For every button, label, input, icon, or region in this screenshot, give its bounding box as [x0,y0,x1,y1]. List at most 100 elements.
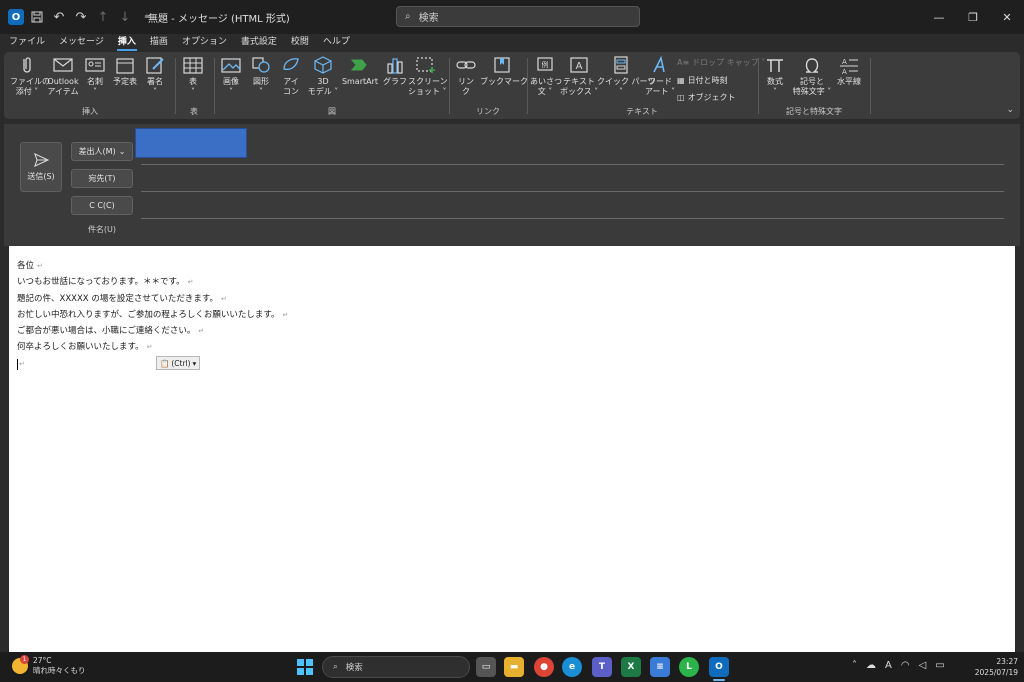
ribbon-separator [758,58,759,114]
links-group-label: リンク [476,107,500,116]
clock-date: 2025/07/19 [974,668,1018,677]
illustrations-group-label: 図 [328,107,336,116]
body-line: 題記の件、XXXXX の場を設定させていただきます。 ↵ [17,293,227,304]
from-label: 差出人(M) [78,147,116,156]
paragraph-mark-icon: ↵ [146,343,153,352]
cc-label: C C(C) [89,201,115,210]
from-divider [141,164,1004,165]
edge-icon[interactable]: e [562,657,582,677]
text-caret [17,358,18,370]
to-field-underline [141,191,1004,192]
paste-options-button[interactable]: 📋 (Ctrl) ▾ [156,356,201,370]
links-group: リンク [450,52,526,119]
tab-options[interactable]: オプション [181,34,228,51]
excel-icon[interactable]: X [621,657,641,677]
from-field[interactable] [135,128,247,158]
message-header: 送信(S) 差出人(M) ⌄ 宛先(T) C C(C) 件名(U) [4,124,1020,246]
notification-badge: 1 [20,655,29,664]
paragraph-mark-icon: ↵ [19,359,25,368]
system-tray: ˄ ☁ A ◠ ◁ ▭ [852,660,945,671]
text-group: テキスト [528,52,756,119]
battery-icon[interactable]: ▭ [935,660,944,671]
paste-options-label: (Ctrl) [171,358,191,368]
title-search-box[interactable]: ⌕ 検索 [396,6,640,27]
search-icon: ⌕ [405,11,411,22]
weather-sun-icon: 1 [12,655,29,674]
message-body-text: 各位 ↵ いつもお世話になっております。＊＊です。 ↵ 題記の件、XXXXX の場を… [17,258,288,372]
ribbon: ファイルの 添付 ˅ Outlook アイテム 名刺 ˅ 予定表 署名 ˅ 挿入… [4,52,1020,119]
taskbar-search[interactable]: ⌕ 検索 [322,656,470,678]
tab-help[interactable]: ヘルプ [322,34,351,51]
message-body-editor[interactable]: 各位 ↵ いつもお世話になっております。＊＊です。 ↵ 題記の件、XXXXX の場を… [9,246,1015,652]
quick-access-toolbar: O ↶ ↷ ↑ ↓ ⩧ [0,8,156,26]
tab-message[interactable]: メッセージ [58,34,105,51]
wifi-icon[interactable]: ◠ [901,660,910,671]
volume-icon[interactable]: ◁ [919,660,927,671]
table-group: 表 [176,52,212,119]
to-button[interactable]: 宛先(T) [71,169,133,188]
window-title: 無題 - メッセージ (HTML 形式) [148,14,290,25]
taskbar: 1 27°C 晴れ時々くもり ⌕ 検索 ▭ ▬ ● e T X ≡ L O ˄ … [0,652,1024,682]
ribbon-tabs: ファイル メッセージ 挿入 描画 オプション 書式設定 校閲 ヘルプ [0,34,351,51]
body-line: いつもお世話になっております。＊＊です。 ↵ [17,277,194,288]
line-icon[interactable]: L [679,657,699,677]
cursor-line: ↵ [17,356,288,372]
chrome-icon[interactable]: ● [534,657,554,677]
insert-group: 挿入 [8,52,172,119]
body-line: 何卒よろしくお願いいたします。 ↵ [17,342,153,353]
chevron-down-icon: ▾ [192,358,197,368]
tab-format-text[interactable]: 書式設定 [240,34,278,51]
cc-button[interactable]: C C(C) [71,196,133,215]
temperature: 27°C [33,656,52,665]
taskbar-search-label: 検索 [345,663,363,673]
tab-insert[interactable]: 挿入 [116,34,137,51]
previous-item-icon[interactable]: ↑ [94,8,112,26]
clock[interactable]: 23:27 2025/07/19 [975,656,1018,678]
symbols-group-label: 記号と特殊文字 [786,107,842,116]
tab-file[interactable]: ファイル [8,34,46,51]
restore-icon[interactable]: ❐ [956,0,990,34]
from-button[interactable]: 差出人(M) ⌄ [71,142,133,161]
paragraph-mark-icon: ↵ [187,278,194,287]
text-group-label: テキスト [626,107,658,116]
notepad-icon[interactable]: ≡ [650,657,670,677]
minimize-icon[interactable]: — [922,0,956,34]
body-line: ご都合が悪い場合は、小職にご連絡ください。 ↵ [17,326,205,337]
title-bar: O ↶ ↷ ↑ ↓ ⩧ 無題 - メッセージ (HTML 形式) ⌕ 検索 — … [0,0,1024,34]
active-app-indicator [713,679,725,681]
next-item-icon[interactable]: ↓ [116,8,134,26]
clipboard-icon: 📋 [160,358,170,368]
teams-icon[interactable]: T [592,657,612,677]
start-button[interactable] [297,659,313,675]
weather-widget[interactable]: 1 27°C 晴れ時々くもり [12,655,86,676]
chevron-down-icon[interactable]: ⌄ [1006,105,1014,115]
body-line: お忙しい中恐れ入りますが、ご参加の程よろしくお願いいたします。 ↵ [17,309,289,320]
save-icon[interactable] [28,8,46,26]
subject-label: 件名(U) [87,225,117,234]
task-view-icon[interactable]: ▭ [476,657,496,677]
to-label: 宛先(T) [88,174,116,183]
table-group-label: 表 [190,107,198,116]
send-label: 送信(S) [27,172,55,181]
send-button[interactable]: 送信(S) [20,142,62,192]
illustrations-group: 図 [216,52,448,119]
paragraph-mark-icon: ↵ [220,294,227,303]
outlook-taskbar-icon[interactable]: O [709,657,729,677]
onedrive-icon[interactable]: ☁ [866,660,876,671]
ribbon-separator [870,58,871,114]
tab-draw[interactable]: 描画 [149,34,169,51]
cc-field-underline [141,218,1004,219]
chevron-up-icon[interactable]: ˄ [852,660,857,671]
tab-review[interactable]: 校閲 [290,34,310,51]
chevron-down-icon: ⌄ [118,147,126,156]
close-icon[interactable]: ✕ [990,0,1024,34]
search-placeholder: 検索 [418,13,439,24]
file-explorer-icon[interactable]: ▬ [504,657,524,677]
insert-group-label: 挿入 [82,107,98,116]
window-controls: — ❐ ✕ [922,0,1024,34]
send-icon [34,153,49,167]
undo-icon[interactable]: ↶ [50,8,68,26]
search-icon: ⌕ [333,662,338,672]
ime-icon[interactable]: A [885,660,892,671]
redo-icon[interactable]: ↷ [72,8,90,26]
